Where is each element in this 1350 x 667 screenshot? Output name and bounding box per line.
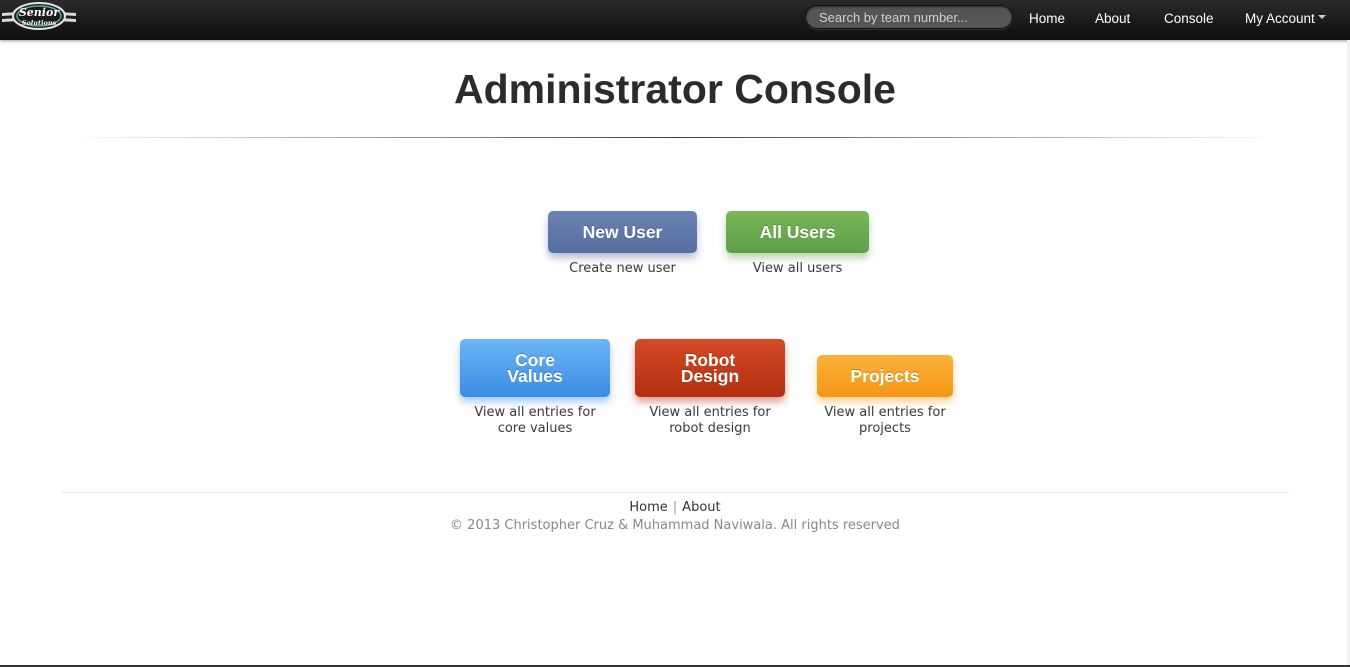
core-values-button[interactable]: Core Values [460,339,610,397]
footer-separator: | [672,500,678,515]
footer-divider [61,492,1289,493]
senior-solutions-logo[interactable]: Senior Solutions [0,0,78,34]
logo-graphic: Senior Solutions [2,2,76,30]
robot-design-button-label: Robot Design [680,351,740,386]
footer-about-link[interactable]: About [682,500,720,515]
top-navbar: Senior Solutions Home About Console My A… [0,0,1350,40]
new-user-caption: Create new user [548,261,697,277]
page-title: Administrator Console [454,66,896,112]
new-user-button-label: New User [582,222,663,242]
caret-down-icon [1317,15,1326,20]
my-account-dropdown[interactable]: My Account [1245,11,1326,26]
caption-line: projects [859,421,911,436]
nav-about-link[interactable]: About [1095,11,1130,26]
core-values-caption: View all entries for core values [440,405,630,437]
projects-button[interactable]: Projects [817,355,953,397]
svg-text:Solutions: Solutions [22,19,57,27]
caption-line: Create new user [569,261,676,276]
caption-line: View all users [752,261,843,276]
footer-home-link[interactable]: Home [629,500,667,515]
caption-line: View all entries for [649,405,771,420]
all-users-button[interactable]: All Users [726,211,869,253]
nav-console-link[interactable]: Console [1164,11,1214,26]
label-line: Design [680,366,740,386]
all-users-button-label: All Users [759,222,836,242]
robot-design-button[interactable]: Robot Design [635,339,785,397]
svg-text:Senior: Senior [19,6,60,19]
team-search-input[interactable] [805,5,1013,29]
nav-home-link[interactable]: Home [1029,11,1065,26]
new-user-button[interactable]: New User [548,211,697,253]
projects-caption: View all entries for projects [790,405,980,437]
label-line: Values [507,366,563,386]
caption-line: core values [497,421,573,436]
title-divider [70,137,1280,138]
my-account-label: My Account [1245,11,1315,26]
projects-button-label: Projects [850,366,920,386]
caption-line: View all entries for [824,405,946,420]
caption-line: robot design [669,421,751,436]
all-users-caption: View all users [726,261,869,277]
copyright-text: © 2013 Christopher Cruz & Muhammad Naviw… [450,518,900,533]
caption-line: View all entries for [474,405,596,420]
footer-links: Home | About [0,500,1350,515]
core-values-button-label: Core Values [507,351,563,386]
robot-design-caption: View all entries for robot design [615,405,805,437]
